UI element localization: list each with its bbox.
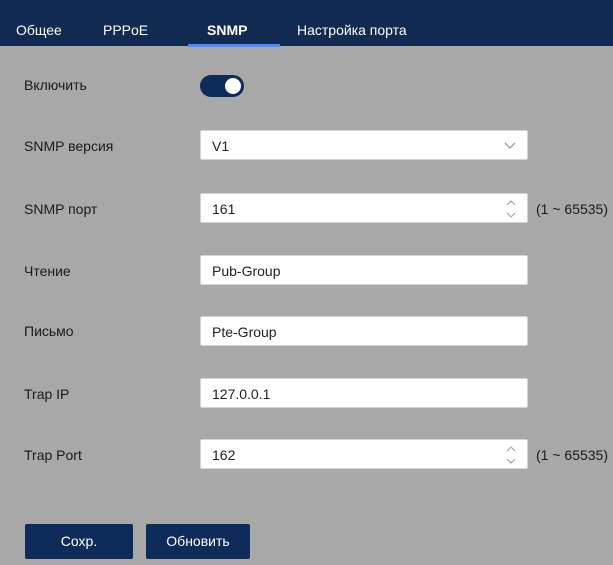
write-community-input[interactable]: Pte-Group — [200, 316, 528, 346]
tab-general[interactable]: Общее — [16, 20, 62, 40]
read-community-input[interactable]: Pub-Group — [200, 255, 528, 285]
enable-label: Включить — [24, 77, 87, 93]
trap-ip-input[interactable]: 127.0.0.1 — [200, 378, 528, 408]
snmp-port-range: (1 ~ 65535) — [536, 201, 608, 217]
refresh-button[interactable]: Обновить — [146, 524, 250, 559]
tab-port-settings[interactable]: Настройка порта — [297, 20, 407, 40]
read-community-label: Чтение — [24, 263, 71, 279]
toggle-knob — [225, 78, 241, 94]
chevron-down-icon — [504, 142, 516, 149]
snmp-port-input[interactable]: 161 — [200, 193, 528, 223]
snmp-version-label: SNMP версия — [24, 138, 114, 154]
write-community-label: Письмо — [24, 323, 74, 339]
spinner-arrows-icon[interactable] — [505, 444, 517, 466]
save-button[interactable]: Сохр. — [25, 524, 133, 559]
trap-port-input[interactable]: 162 — [200, 439, 528, 469]
active-tab-indicator — [188, 44, 280, 47]
snmp-port-label: SNMP порт — [24, 201, 98, 217]
snmp-version-value: V1 — [212, 138, 230, 154]
trap-ip-label: Trap IP — [24, 386, 70, 402]
trap-port-value: 162 — [212, 447, 236, 463]
tab-snmp[interactable]: SNMP — [207, 20, 247, 40]
trap-ip-value: 127.0.0.1 — [212, 386, 271, 402]
snmp-version-select[interactable]: V1 — [200, 130, 528, 160]
trap-port-label: Trap Port — [24, 447, 82, 463]
read-community-value: Pub-Group — [212, 263, 281, 279]
snmp-port-value: 161 — [212, 201, 236, 217]
spinner-arrows-icon[interactable] — [505, 198, 517, 220]
enable-toggle[interactable] — [200, 75, 244, 97]
tab-pppoe[interactable]: PPPoE — [103, 20, 148, 40]
tab-bar: Общее PPPoE SNMP Настройка порта — [0, 0, 613, 47]
write-community-value: Pte-Group — [212, 324, 277, 340]
trap-port-range: (1 ~ 65535) — [536, 447, 608, 463]
